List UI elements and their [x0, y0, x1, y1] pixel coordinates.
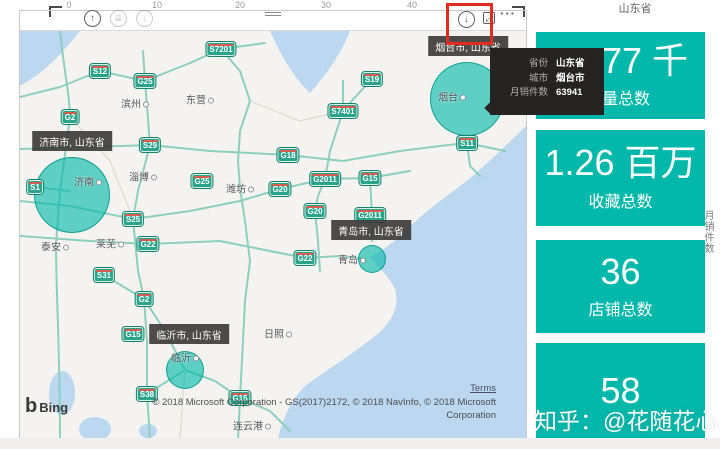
bing-map[interactable]: S7201 S12 G25 G2 S29 S1 G25 S25 G22 G18 G20 G2011 G1… — [20, 30, 526, 439]
map-category-label: 济南市, 山东省 — [32, 131, 112, 151]
kpi-label: 量总数 — [602, 85, 650, 109]
tooltip-label: 省份 — [498, 57, 556, 72]
ruler-tick: 40 — [407, 0, 417, 10]
annotation-red-box — [446, 3, 493, 45]
city-label-日照: 日照 — [264, 326, 292, 341]
road-shield-S11: S11 — [457, 136, 477, 150]
side-tab-label[interactable]: 月销件数 — [699, 210, 715, 274]
map-attribution: © 2018 Microsoft Corporation - GS(2017)2… — [30, 397, 496, 423]
city-label-东营: 东营 — [186, 92, 214, 107]
road-shield-S19: S19 — [362, 72, 382, 86]
kpi-value: 1.26 百万 — [544, 144, 696, 182]
city-label-潍坊: 潍坊 — [226, 181, 254, 196]
more-options-icon[interactable]: ··· — [500, 6, 516, 21]
city-label-青岛: 青岛 — [338, 252, 366, 267]
road-shield-S1: S1 — [27, 180, 43, 194]
road-shield-S7401: S7401 — [328, 104, 357, 118]
map-category-label: 临沂市, 山东省 — [149, 324, 229, 344]
city-dot-icon — [460, 95, 466, 101]
drill-up-icon[interactable]: ↑ — [84, 10, 101, 27]
city-dot-icon — [265, 424, 271, 430]
city-label-济南: 济南 — [74, 174, 102, 189]
road-shield-G22: G22 — [294, 251, 315, 265]
powerbi-dashboard: 010203040 ↑ ⇊ ↓ ↓ ⤢ ··· — [0, 0, 720, 449]
kpi-card-2: 1.26 百万收藏总数 — [536, 130, 705, 226]
road-shield-G20: G20 — [304, 204, 325, 218]
road-shield-G22: G22 — [137, 237, 158, 251]
tooltip-value: 63941 — [556, 86, 582, 101]
ruler-tick: 20 — [235, 0, 245, 10]
road-shield-S31: S31 — [94, 268, 114, 282]
city-dot-icon — [193, 356, 199, 362]
city-dot-icon — [286, 332, 292, 338]
tooltip-label: 城市 — [498, 72, 556, 87]
bottom-strip — [0, 438, 720, 449]
bing-b-icon: b — [25, 397, 37, 415]
tooltip-row: 城市烟台市 — [498, 72, 594, 87]
road-shield-G25: G25 — [134, 74, 155, 88]
map-bubble-济南[interactable] — [34, 157, 110, 233]
tooltip-value: 山东省 — [556, 57, 585, 72]
kpi-label: 收藏总数 — [588, 188, 652, 212]
ruler-tick: 30 — [321, 0, 331, 10]
map-category-label: 青岛市, 山东省 — [331, 220, 411, 240]
road-shield-S29: S29 — [140, 138, 160, 152]
ruler-tick: 0 — [66, 0, 71, 10]
road-shield-G2: G2 — [136, 292, 153, 306]
city-dot-icon — [63, 245, 69, 251]
road-shield-G18: G18 — [277, 148, 298, 162]
road-shield-G2011: G2011 — [310, 172, 340, 186]
city-label-泰安: 泰安 — [41, 239, 69, 254]
drill-double-down-icon[interactable]: ⇊ — [110, 10, 127, 27]
city-label-滨州: 滨州 — [121, 96, 149, 111]
kpi-card-3: 36 店铺总数 — [536, 240, 705, 333]
city-label-淄博: 淄博 — [129, 169, 157, 184]
city-dot-icon — [96, 180, 102, 186]
map-tooltip: 省份山东省城市烟台市月销件数63941 — [490, 48, 604, 115]
terms-link[interactable]: Terms — [30, 383, 496, 394]
kpi-value: 36 — [600, 253, 640, 291]
bing-logo: b Bing — [25, 397, 68, 415]
road-shield-G20: G20 — [269, 182, 290, 196]
city-dot-icon — [360, 258, 366, 264]
tooltip-label: 月销件数 — [498, 86, 556, 101]
kpi-label: 店铺总数 — [588, 296, 652, 320]
city-label-烟台: 烟台 — [438, 89, 466, 104]
tooltip-row: 省份山东省 — [498, 57, 594, 72]
region-title: 山东省 — [560, 0, 710, 16]
city-dot-icon — [143, 102, 149, 108]
road-shield-S12: S12 — [90, 64, 110, 78]
city-dot-icon — [118, 242, 124, 248]
expand-levels-icon[interactable]: ↓ — [136, 10, 153, 27]
watermark: 知乎：@花随花心 — [534, 402, 716, 436]
road-shield-G15: G15 — [122, 327, 143, 341]
city-dot-icon — [208, 98, 214, 104]
road-shield-S25: S25 — [123, 212, 143, 226]
road-shield-G15: G15 — [359, 171, 380, 185]
kpi-value: 77 千 — [602, 42, 688, 80]
drag-handle-icon[interactable] — [265, 12, 281, 18]
road-shield-G2: G2 — [62, 110, 79, 124]
city-dot-icon — [151, 175, 157, 181]
road-shield-S7201: S7201 — [206, 42, 235, 56]
city-label-临沂: 临沂 — [171, 350, 199, 365]
city-label-莱芜: 莱芜 — [96, 236, 124, 251]
ruler-tick: 10 — [152, 0, 162, 10]
road-shield-G25: G25 — [191, 174, 212, 188]
tooltip-row: 月销件数63941 — [498, 86, 594, 101]
tooltip-value: 烟台市 — [556, 72, 585, 87]
city-dot-icon — [248, 187, 254, 193]
